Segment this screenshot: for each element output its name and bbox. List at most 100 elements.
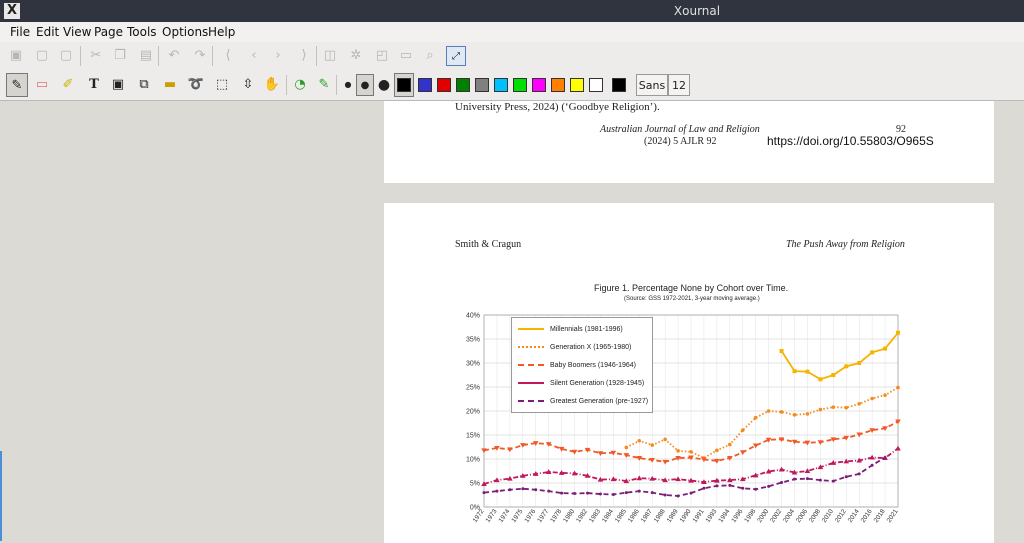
default-pen-icon[interactable]: ✎ bbox=[314, 75, 334, 95]
lasso-select-icon[interactable]: ➰ bbox=[186, 75, 206, 95]
redo-icon[interactable]: ↷ bbox=[190, 46, 210, 66]
data-point bbox=[662, 459, 668, 465]
color-custom-button[interactable] bbox=[612, 78, 626, 92]
zoom-icon[interactable]: ⌕ bbox=[420, 46, 440, 66]
menu-page[interactable]: Page bbox=[94, 25, 123, 39]
x-tick-label: 1987 bbox=[640, 508, 654, 524]
x-tick-label: 1975 bbox=[510, 508, 524, 524]
fullscreen-icon[interactable]: ⤢ bbox=[446, 46, 466, 66]
x-tick-label: 2006 bbox=[795, 508, 809, 524]
default-tool-icon[interactable]: ◔ bbox=[290, 75, 310, 95]
data-point bbox=[780, 481, 784, 485]
shape-recognizer-icon[interactable]: ⧉ bbox=[134, 75, 154, 95]
running-header-right: The Push Away from Religion bbox=[786, 239, 905, 250]
menu-options[interactable]: Options bbox=[162, 25, 208, 39]
x-tick-label: 1978 bbox=[549, 508, 563, 524]
image-tool-icon[interactable]: ▣ bbox=[108, 75, 128, 95]
data-point bbox=[624, 445, 629, 450]
undo-icon[interactable]: ↶ bbox=[164, 46, 184, 66]
color-white-button[interactable] bbox=[589, 78, 603, 92]
y-tick-label: 25% bbox=[466, 385, 480, 392]
color-blue-button[interactable] bbox=[418, 78, 432, 92]
x-tick-label: 1994 bbox=[717, 508, 731, 524]
x-tick-label: 1977 bbox=[536, 508, 550, 524]
font-button[interactable]: Sans bbox=[636, 74, 668, 96]
data-point bbox=[637, 438, 642, 443]
menu-edit[interactable]: Edit bbox=[36, 25, 59, 39]
prev-page-icon[interactable]: ‹ bbox=[244, 46, 264, 66]
menu-file[interactable]: File bbox=[10, 25, 30, 39]
color-lightblue-button[interactable] bbox=[494, 78, 508, 92]
data-point bbox=[883, 456, 887, 460]
paste-icon[interactable]: ▤ bbox=[136, 46, 156, 66]
x-tick-label: 1988 bbox=[653, 508, 667, 524]
document-canvas[interactable]: University Press, 2024) (‘Goodbye Religi… bbox=[0, 101, 1024, 543]
zoom-width-icon[interactable]: ◰ bbox=[372, 46, 392, 66]
save-icon[interactable]: ▣ bbox=[6, 46, 26, 66]
new-icon[interactable]: ▢ bbox=[32, 46, 52, 66]
last-page-icon[interactable]: ⟩ bbox=[294, 46, 314, 66]
rect-select-icon[interactable]: ⬚ bbox=[212, 75, 232, 95]
y-tick-label: 30% bbox=[466, 361, 480, 368]
data-point bbox=[650, 443, 654, 447]
data-point bbox=[818, 377, 823, 382]
color-green-button[interactable] bbox=[456, 78, 470, 92]
color-black-button[interactable] bbox=[397, 78, 411, 92]
open-icon[interactable]: ▢ bbox=[56, 46, 76, 66]
data-point bbox=[831, 405, 836, 409]
data-point bbox=[702, 486, 706, 490]
menu-view[interactable]: View bbox=[63, 25, 91, 39]
x-tick-label: 1984 bbox=[601, 508, 615, 524]
color-yellow-button[interactable] bbox=[570, 78, 584, 92]
color-red-button[interactable] bbox=[437, 78, 451, 92]
zoom-page-icon[interactable]: ▭ bbox=[396, 46, 416, 66]
color-lightgreen-button[interactable] bbox=[513, 78, 527, 92]
x-tick-label: 2021 bbox=[886, 508, 900, 524]
x-tick-label: 1996 bbox=[730, 508, 744, 524]
data-point bbox=[844, 475, 848, 479]
series-line-0 bbox=[780, 332, 899, 381]
chart-title: Figure 1. Percentage None by Cohort over… bbox=[594, 283, 789, 293]
menu-tools[interactable]: Tools bbox=[127, 25, 157, 39]
page-2[interactable]: Smith & Cragun The Push Away from Religi… bbox=[384, 203, 994, 543]
ruler-icon[interactable]: ▬ bbox=[160, 75, 180, 95]
data-point bbox=[521, 487, 525, 491]
data-point bbox=[494, 477, 500, 483]
data-point bbox=[676, 494, 680, 498]
doi-link[interactable]: https://doi.org/10.55803/O965S bbox=[767, 134, 934, 148]
window-titlebar: X Xournal bbox=[0, 0, 1024, 22]
data-point bbox=[741, 486, 745, 490]
zoom-fit-icon[interactable]: ✲ bbox=[346, 46, 366, 66]
layer-icon[interactable]: ◫ bbox=[320, 46, 340, 66]
data-point bbox=[857, 361, 862, 365]
page-1[interactable]: University Press, 2024) (‘Goodbye Religi… bbox=[384, 101, 994, 183]
highlighter-tool-icon[interactable]: ✐ bbox=[58, 75, 78, 95]
data-point bbox=[818, 407, 823, 412]
vertical-space-icon[interactable]: ⇳ bbox=[238, 75, 258, 95]
x-tick-label: 2004 bbox=[782, 508, 796, 524]
cut-icon[interactable]: ✂ bbox=[86, 46, 106, 66]
thin-width-icon[interactable]: ● bbox=[338, 75, 358, 95]
hand-tool-icon[interactable]: ✋ bbox=[262, 75, 282, 95]
text-tool-icon[interactable]: T bbox=[84, 75, 104, 95]
font-size-button[interactable]: 12 bbox=[668, 74, 690, 96]
data-point bbox=[624, 491, 628, 495]
color-gray-button[interactable] bbox=[475, 78, 489, 92]
x-tick-label: 1991 bbox=[692, 508, 706, 524]
copy-icon[interactable]: ❐ bbox=[110, 46, 130, 66]
menu-help[interactable]: Help bbox=[208, 25, 235, 39]
y-tick-label: 35% bbox=[466, 337, 480, 344]
y-tick-label: 5% bbox=[470, 481, 480, 488]
eraser-tool-icon[interactable]: ▭ bbox=[32, 75, 52, 95]
pen-tool-icon[interactable]: ✎ bbox=[6, 73, 28, 97]
first-page-icon[interactable]: ⟨ bbox=[218, 46, 238, 66]
color-orange-button[interactable] bbox=[551, 78, 565, 92]
medium-width-icon[interactable]: ● bbox=[356, 74, 374, 96]
thick-width-icon[interactable]: ● bbox=[374, 75, 394, 95]
data-point bbox=[663, 437, 667, 442]
color-magenta-button[interactable] bbox=[532, 78, 546, 92]
x-tick-label: 1973 bbox=[485, 508, 499, 524]
next-page-icon[interactable]: › bbox=[268, 46, 288, 66]
data-point bbox=[482, 491, 486, 495]
data-point bbox=[715, 484, 719, 488]
